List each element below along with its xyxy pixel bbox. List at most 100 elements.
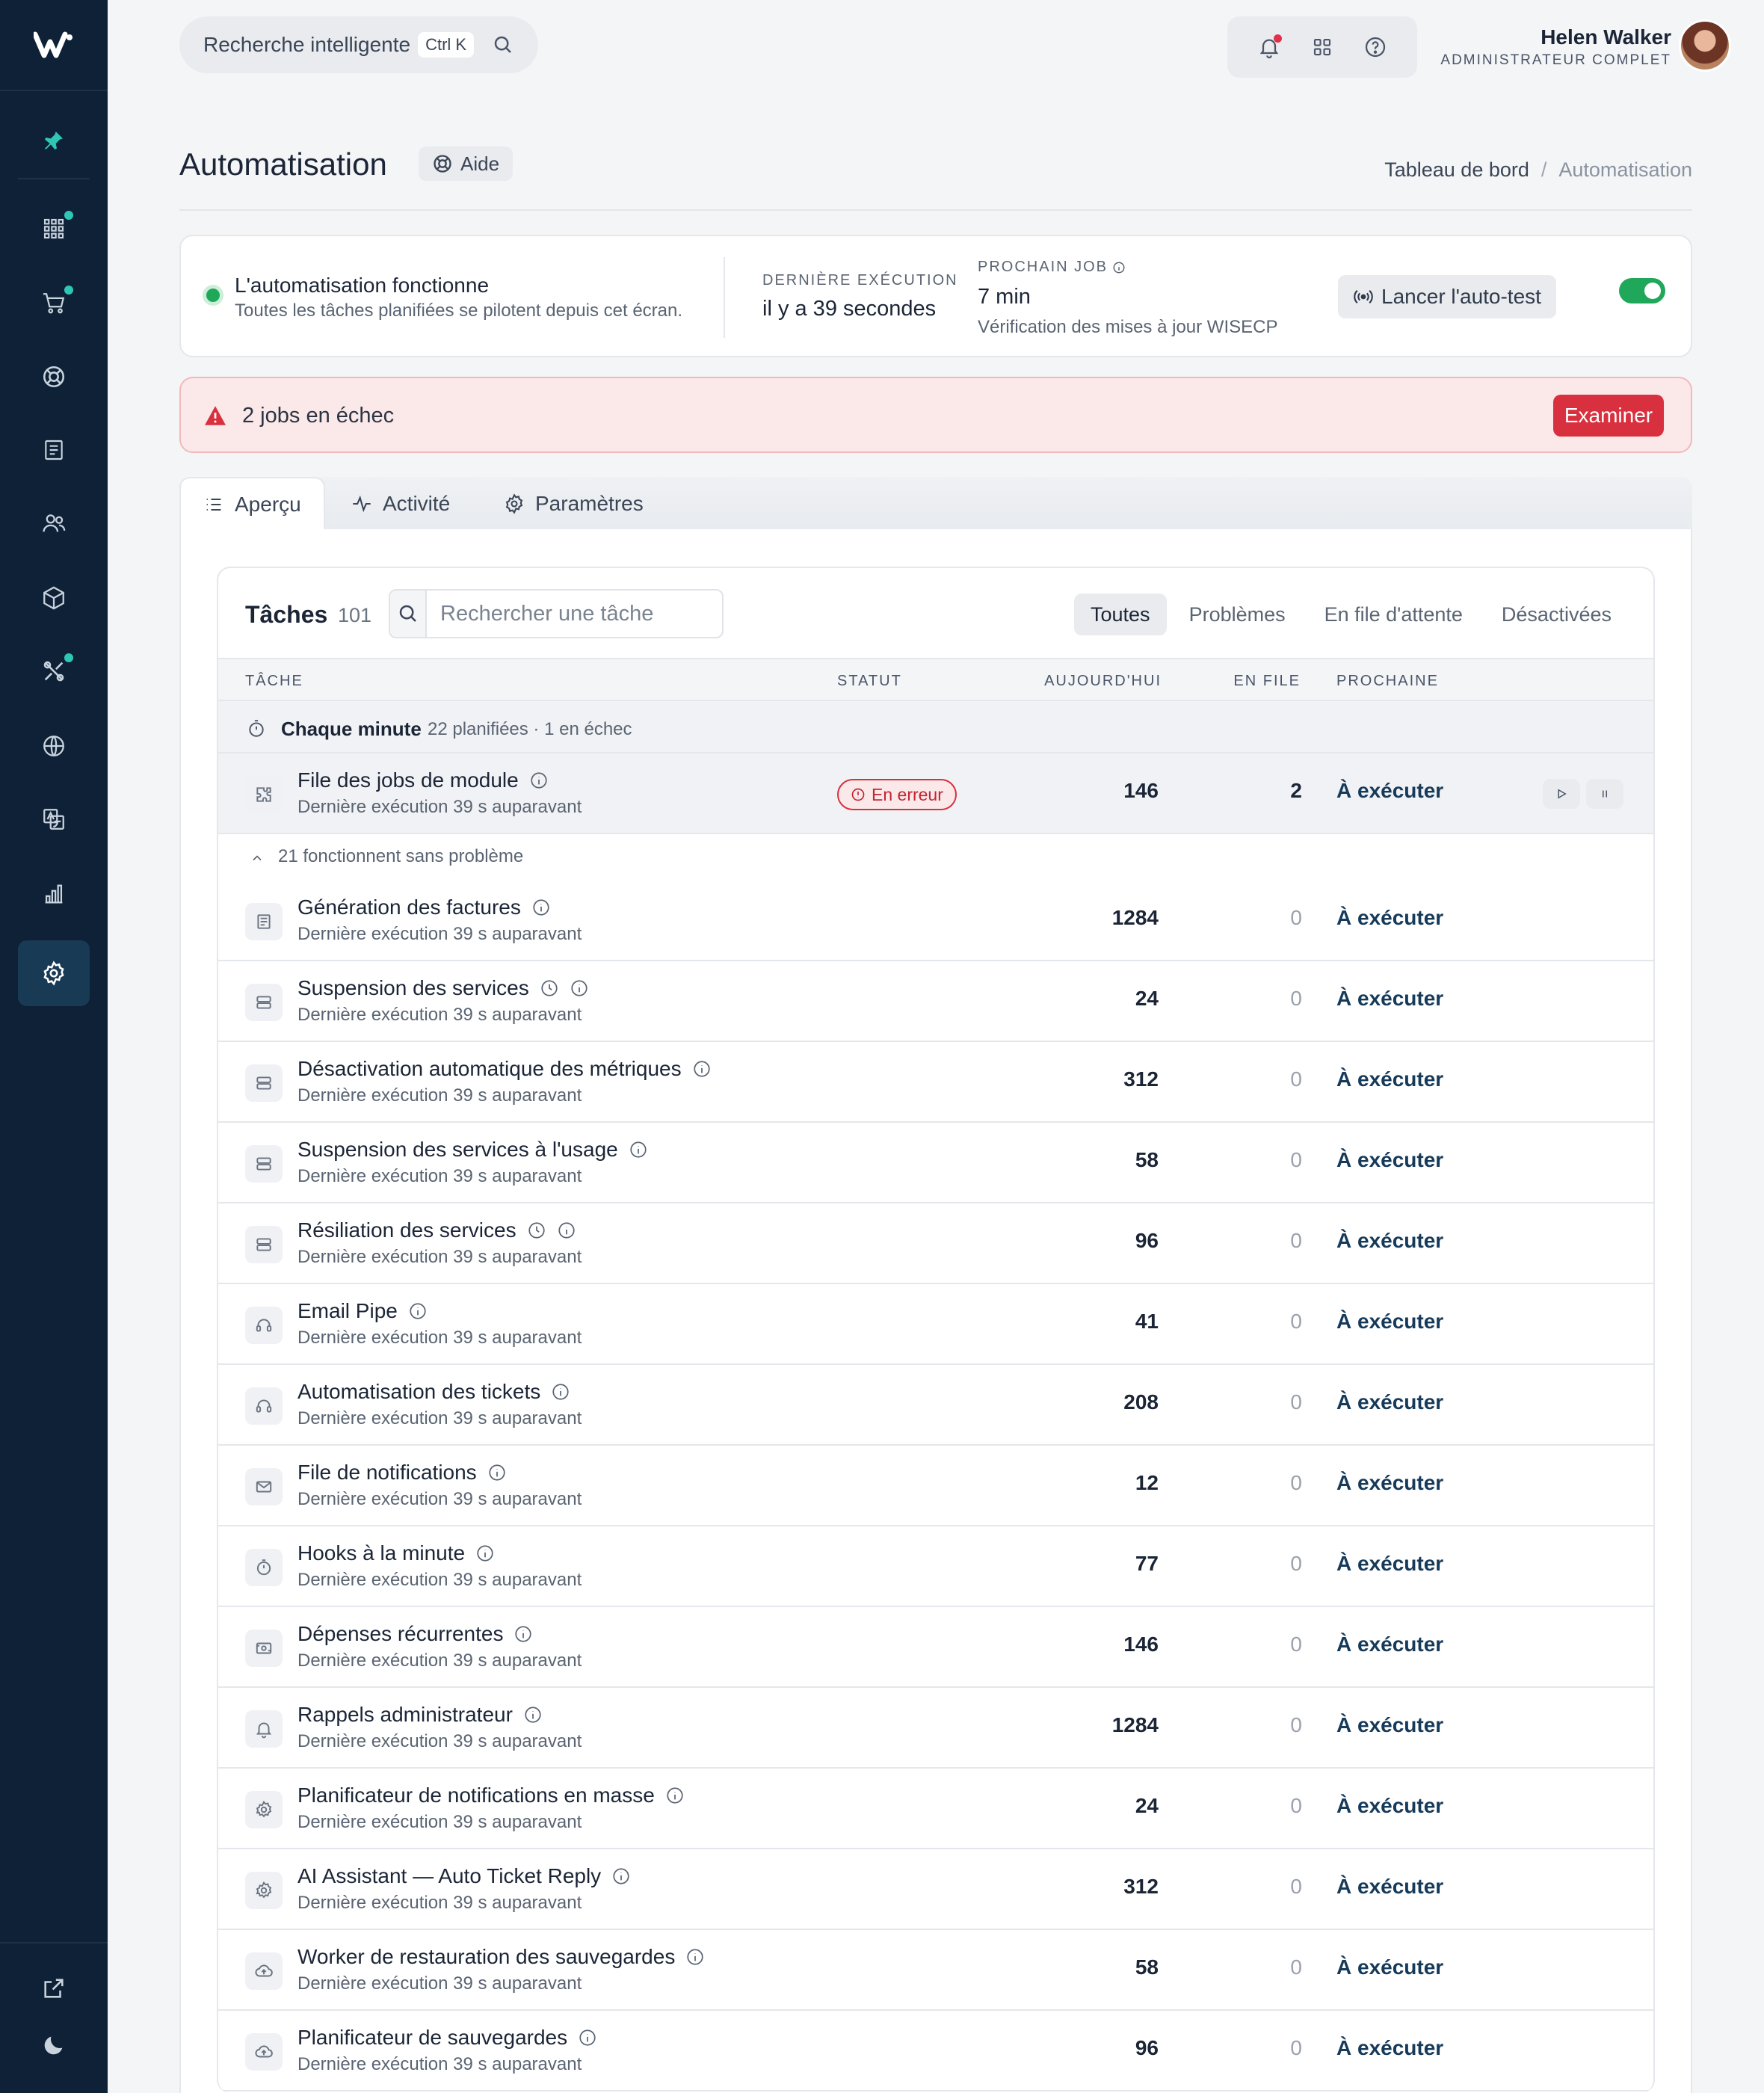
next-run[interactable]: À exécuter: [1336, 1390, 1443, 1414]
info-icon[interactable]: [1112, 261, 1126, 274]
run-button[interactable]: [1543, 779, 1580, 809]
task-filters: Toutes Problèmes En file d'attente Désac…: [1074, 594, 1628, 635]
next-run[interactable]: À exécuter: [1336, 1552, 1443, 1576]
next-run[interactable]: À exécuter: [1336, 779, 1443, 803]
table-row[interactable]: File de notifications Dernière exécution …: [218, 1446, 1653, 1526]
sidebar-dark-mode[interactable]: [18, 2012, 90, 2078]
info-icon[interactable]: [685, 1947, 705, 1967]
next-run[interactable]: À exécuter: [1336, 1471, 1443, 1495]
help-button[interactable]: [1355, 27, 1396, 67]
info-icon[interactable]: [570, 978, 589, 998]
info-icon[interactable]: [551, 1382, 570, 1402]
table-row[interactable]: Suspension des services Dernière exécutio…: [218, 961, 1653, 1042]
search-shortcut: Ctrl K: [418, 32, 475, 58]
table-row[interactable]: File des jobs de module Dernière exécuti…: [218, 753, 1653, 834]
sidebar-open-site[interactable]: [18, 1955, 90, 2021]
sidebar-item-domains[interactable]: [18, 713, 90, 779]
automation-toggle[interactable]: [1619, 278, 1665, 303]
next-run[interactable]: À exécuter: [1336, 987, 1443, 1011]
info-icon[interactable]: [523, 1705, 543, 1724]
sidebar-item-languages[interactable]: [18, 786, 90, 852]
sidebar-item-tools[interactable]: [18, 638, 90, 704]
table-row[interactable]: Désactivation automatique des métriques D…: [218, 1042, 1653, 1123]
table-row[interactable]: Génération des factures Dernière exécutio…: [218, 881, 1653, 961]
sidebar-item-orders[interactable]: [18, 271, 90, 336]
next-run[interactable]: À exécuter: [1336, 2036, 1443, 2060]
table-row[interactable]: Rappels administrateur Dernière exécution…: [218, 1688, 1653, 1769]
next-run[interactable]: À exécuter: [1336, 1875, 1443, 1899]
queue-count: 0: [1290, 1633, 1302, 1656]
next-run[interactable]: À exécuter: [1336, 906, 1443, 930]
sidebar-item-support[interactable]: [18, 344, 90, 410]
task-last-run: Dernière exécution 39 s auparavant: [297, 1893, 582, 1913]
next-run[interactable]: À exécuter: [1336, 1310, 1443, 1334]
next-run[interactable]: À exécuter: [1336, 1955, 1443, 1979]
avatar[interactable]: [1679, 19, 1731, 72]
info-icon[interactable]: [692, 1059, 712, 1079]
task-last-run: Dernière exécution 39 s auparavant: [297, 1247, 582, 1267]
table-row[interactable]: Planificateur de notifications en masse D…: [218, 1769, 1653, 1849]
sidebar-item-settings[interactable]: [18, 940, 90, 1006]
task-name: File des jobs de module: [297, 768, 519, 792]
global-search[interactable]: Recherche intelligente Ctrl K: [179, 16, 538, 73]
sidebar-item-products[interactable]: [18, 565, 90, 631]
next-run[interactable]: À exécuter: [1336, 1633, 1443, 1656]
breadcrumb-dashboard[interactable]: Tableau de bord: [1384, 158, 1529, 182]
tab-activity[interactable]: Activité: [329, 477, 472, 531]
info-icon[interactable]: [529, 771, 549, 790]
table-row[interactable]: Hooks à la minute Dernière exécution 39 s…: [218, 1526, 1653, 1607]
sidebar-item-billing[interactable]: [18, 417, 90, 483]
queue-count: 0: [1290, 906, 1302, 929]
info-icon[interactable]: [578, 2028, 597, 2047]
tab-overview[interactable]: Aperçu: [179, 477, 325, 531]
filter-problems[interactable]: Problèmes: [1173, 594, 1302, 635]
sidebar-item-pinned[interactable]: [18, 108, 90, 173]
sidebar-item-reports[interactable]: [18, 861, 90, 927]
examine-button[interactable]: Examiner: [1553, 395, 1664, 437]
apps-button[interactable]: [1302, 27, 1342, 67]
next-run[interactable]: À exécuter: [1336, 1713, 1443, 1737]
filter-all[interactable]: Toutes: [1074, 594, 1167, 635]
next-run[interactable]: À exécuter: [1336, 1794, 1443, 1818]
user-role: ADMINISTRATEUR COMPLET: [1440, 52, 1671, 68]
run-selftest-button[interactable]: Lancer l'auto-test: [1338, 275, 1556, 318]
info-icon[interactable]: [408, 1301, 428, 1321]
info-icon[interactable]: [629, 1140, 648, 1159]
table-row[interactable]: Email Pipe Dernière exécution 39 s aupara…: [218, 1284, 1653, 1365]
next-run[interactable]: À exécuter: [1336, 1229, 1443, 1253]
table-row[interactable]: Suspension des services à l'usage Dernièr…: [218, 1123, 1653, 1203]
info-icon[interactable]: [531, 898, 551, 917]
pause-button[interactable]: [1586, 779, 1623, 809]
user-info[interactable]: Helen Walker ADMINISTRATEUR COMPLET: [1440, 25, 1671, 69]
next-run[interactable]: À exécuter: [1336, 1148, 1443, 1172]
table-row[interactable]: Dépenses récurrentes Dernière exécution 3…: [218, 1607, 1653, 1688]
table-row[interactable]: AI Assistant — Auto Ticket Reply Dernière…: [218, 1849, 1653, 1930]
sidebar-item-dashboard[interactable]: [18, 196, 90, 262]
info-icon[interactable]: [611, 1867, 631, 1886]
info-icon[interactable]: [475, 1544, 495, 1563]
notifications-button[interactable]: [1249, 27, 1289, 67]
info-icon[interactable]: [557, 1221, 576, 1240]
app-logo[interactable]: [0, 0, 108, 91]
info-icon[interactable]: [665, 1786, 685, 1805]
info-icon[interactable]: [514, 1624, 533, 1644]
error-icon: [851, 788, 865, 801]
table-row[interactable]: Planificateur de sauvegardes Dernière exé…: [218, 2011, 1653, 2092]
next-run[interactable]: À exécuter: [1336, 1067, 1443, 1091]
tab-settings[interactable]: Paramètres: [481, 477, 666, 531]
server-icon: [245, 984, 283, 1021]
table-row[interactable]: Automatisation des tickets Dernière exécu…: [218, 1365, 1653, 1446]
help-link[interactable]: Aide: [419, 147, 514, 181]
filter-disabled[interactable]: Désactivées: [1485, 594, 1628, 635]
clock-icon: [528, 1222, 545, 1239]
table-row[interactable]: Résiliation des services Dernière exécuti…: [218, 1203, 1653, 1284]
table-row[interactable]: Worker de restauration des sauvegardes De…: [218, 1930, 1653, 2011]
task-search-input[interactable]: [427, 591, 722, 636]
filter-queued[interactable]: En file d'attente: [1308, 594, 1479, 635]
today-count: 1284: [1111, 1713, 1159, 1736]
group-row[interactable]: Chaque minute 22 planifiées · 1 en échec: [218, 701, 1653, 753]
ok-group-toggle[interactable]: 21 fonctionnent sans problème: [218, 834, 1653, 881]
info-icon[interactable]: [487, 1463, 507, 1482]
sidebar-item-clients[interactable]: [18, 490, 90, 556]
queue-count: 0: [1290, 1310, 1302, 1333]
